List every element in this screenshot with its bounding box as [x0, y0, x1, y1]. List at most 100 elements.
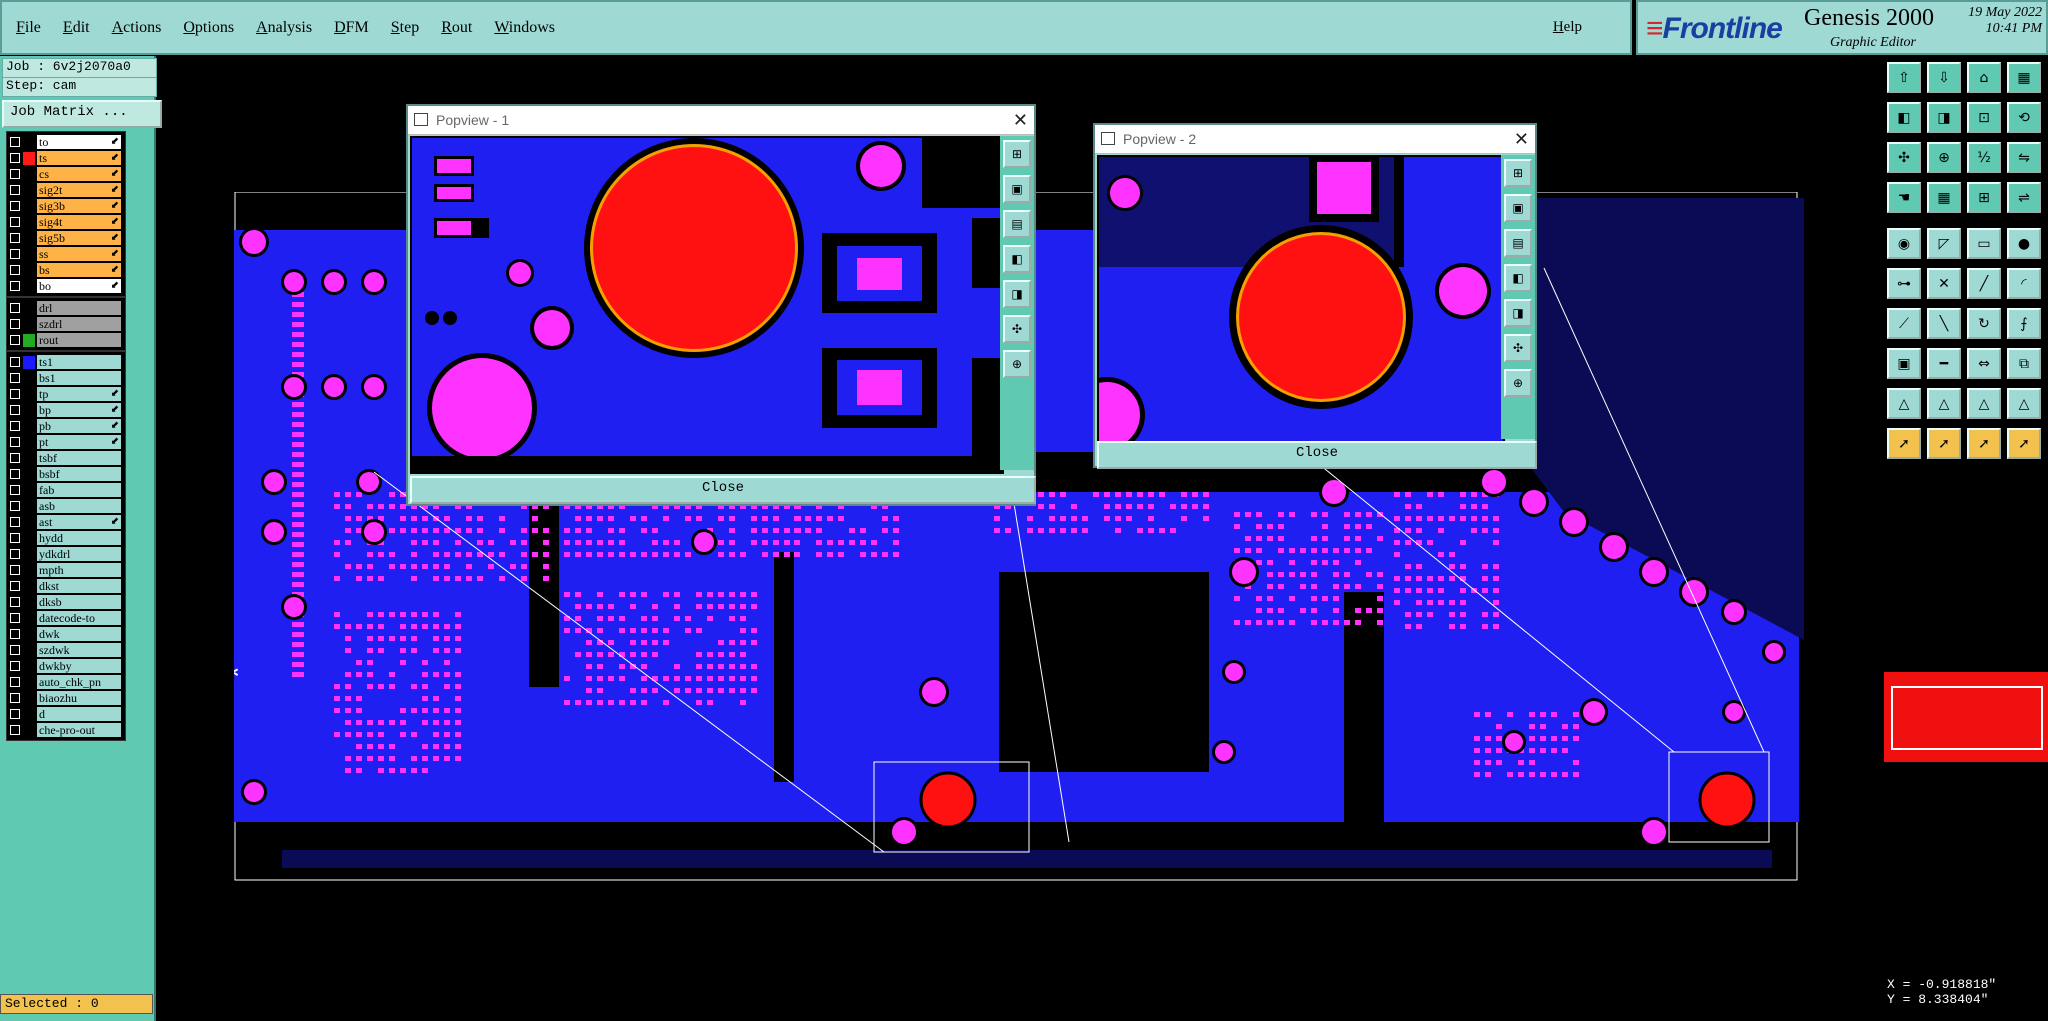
layer-row-sig5b[interactable]: sig5b ⬋ — [7, 230, 125, 246]
layer-color-swatch[interactable] — [23, 403, 35, 417]
layer-row-dwkby[interactable]: dwkby — [7, 658, 125, 674]
layer-name[interactable]: ts ⬋ — [37, 151, 121, 165]
layer-row-mpth[interactable]: mpth — [7, 562, 125, 578]
layer-row-sig4t[interactable]: sig4t ⬋ — [7, 214, 125, 230]
pointer-icon[interactable]: ➚ — [1887, 428, 1921, 459]
layer-color-swatch[interactable] — [23, 317, 35, 331]
layer-checkbox[interactable] — [10, 661, 20, 671]
layer-name[interactable]: ast ⬋ — [37, 515, 121, 529]
layer-color-swatch[interactable] — [23, 167, 35, 181]
layer-name[interactable]: hydd — [37, 531, 121, 545]
layer-checkbox[interactable] — [10, 533, 20, 543]
menu-edit[interactable]: Edit — [63, 19, 90, 37]
layer-checkbox[interactable] — [10, 629, 20, 639]
layer-color-swatch[interactable] — [23, 659, 35, 673]
layer-name[interactable]: asb — [37, 499, 121, 513]
pan-left-icon[interactable]: ◧ — [1003, 245, 1031, 273]
layer-color-swatch[interactable] — [23, 183, 35, 197]
layer-name[interactable]: sig2t ⬋ — [37, 183, 121, 197]
layer-name[interactable]: rout — [37, 333, 121, 347]
pan-right-icon[interactable]: ◨ — [1003, 280, 1031, 308]
move-down-icon[interactable]: ⇩ — [1927, 62, 1961, 93]
layer-checkbox[interactable] — [10, 169, 20, 179]
fit-icon[interactable]: ✣ — [1887, 142, 1921, 173]
menu-analysis[interactable]: Analysis — [256, 19, 312, 37]
popview-1-titlebar[interactable]: Popview - 1 ✕ — [408, 106, 1034, 135]
layer-checkbox[interactable] — [10, 319, 20, 329]
layer-color-swatch[interactable] — [23, 435, 35, 449]
layer-checkbox[interactable] — [10, 725, 20, 735]
layer-color-swatch[interactable] — [23, 199, 35, 213]
line-icon[interactable]: ╱ — [1967, 268, 2001, 299]
center-icon[interactable]: ⊕ — [1927, 142, 1961, 173]
triangle-a-icon[interactable]: △ — [1927, 388, 1961, 419]
layer-row-szdwk[interactable]: szdwk — [7, 642, 125, 658]
layer-row-to[interactable]: to ⬋ — [7, 134, 125, 150]
layer-checkbox[interactable] — [10, 357, 20, 367]
layer-checkbox[interactable] — [10, 549, 20, 559]
close-icon[interactable]: ✕ — [1013, 106, 1028, 134]
layer-name[interactable]: che-pro-out — [37, 723, 121, 737]
layer-checkbox[interactable] — [10, 693, 20, 703]
polygon-icon[interactable]: ◸ — [1927, 228, 1961, 259]
layer-checkbox[interactable] — [10, 153, 20, 163]
layer-checkbox[interactable] — [10, 405, 20, 415]
layer-name[interactable]: tp ⬋ — [37, 387, 121, 401]
layer-checkbox[interactable] — [10, 565, 20, 575]
layer-checkbox[interactable] — [10, 485, 20, 495]
layer-color-swatch[interactable] — [23, 499, 35, 513]
menu-actions[interactable]: Actions — [112, 19, 162, 37]
layer-color-swatch[interactable] — [23, 691, 35, 705]
layer-color-swatch[interactable] — [23, 151, 35, 165]
layer-row-tsbf[interactable]: tsbf — [7, 450, 125, 466]
layer-checkbox[interactable] — [10, 303, 20, 313]
zoom-left-icon[interactable]: ◧ — [1887, 102, 1921, 133]
layer-name[interactable]: biaozhu — [37, 691, 121, 705]
move-up-icon[interactable]: ⇧ — [1887, 62, 1921, 93]
layer-checkbox[interactable] — [10, 581, 20, 591]
layer-name[interactable]: szdrl — [37, 317, 121, 331]
menu-file[interactable]: File — [16, 19, 41, 37]
layer-row-pb[interactable]: pb ⬋ — [7, 418, 125, 434]
layer-name[interactable]: auto_chk_pn — [37, 675, 121, 689]
layer-row-ss[interactable]: ss ⬋ — [7, 246, 125, 262]
triangle-b-icon[interactable]: △ — [1967, 388, 2001, 419]
layer-name[interactable]: fab — [37, 483, 121, 497]
pad-icon[interactable]: ▣ — [1887, 348, 1921, 379]
layer-color-swatch[interactable] — [23, 371, 35, 385]
layer-row-dwk[interactable]: dwk — [7, 626, 125, 642]
menu-dfm[interactable]: DFM — [334, 19, 369, 37]
layer-checkbox[interactable] — [10, 389, 20, 399]
layer-row-bs1[interactable]: bs1 — [7, 370, 125, 386]
layer-row-che-pro-out[interactable]: che-pro-out — [7, 722, 125, 738]
layer-color-swatch[interactable] — [23, 419, 35, 433]
layer-checkbox[interactable] — [10, 677, 20, 687]
layer-checkbox[interactable] — [10, 265, 20, 275]
layer-checkbox[interactable] — [10, 373, 20, 383]
menu-step[interactable]: Step — [391, 19, 419, 37]
popview-2-canvas[interactable] — [1097, 155, 1505, 443]
layer-name[interactable]: dkst — [37, 579, 121, 593]
triangle-c-icon[interactable]: △ — [2007, 388, 2041, 419]
layer-checkbox[interactable] — [10, 201, 20, 211]
zoom-down-icon[interactable]: ▤ — [1504, 229, 1532, 257]
scale-icon[interactable]: ½ — [1967, 142, 2001, 173]
pan-right-icon[interactable]: ◨ — [1504, 299, 1532, 327]
layer-name[interactable]: datecode-to — [37, 611, 121, 625]
zoom-down-icon[interactable]: ▤ — [1003, 210, 1031, 238]
layer-color-swatch[interactable] — [23, 467, 35, 481]
layer-color-swatch[interactable] — [23, 579, 35, 593]
redraw-icon[interactable]: ⟲ — [2007, 102, 2041, 133]
layer-row-ast[interactable]: ast ⬋ — [7, 514, 125, 530]
layer-checkbox[interactable] — [10, 185, 20, 195]
layer-row-szdrl[interactable]: szdrl — [7, 316, 125, 332]
layer-color-swatch[interactable] — [23, 247, 35, 261]
layer-checkbox[interactable] — [10, 709, 20, 719]
layer-name[interactable]: ydkdrl — [37, 547, 121, 561]
layer-color-swatch[interactable] — [23, 611, 35, 625]
layer-row-datecode-to[interactable]: datecode-to — [7, 610, 125, 626]
layer-name[interactable]: dksb — [37, 595, 121, 609]
layer-name[interactable]: d — [37, 707, 121, 721]
layer-row-bo[interactable]: bo ⬋ — [7, 278, 125, 294]
layer-row-pt[interactable]: pt ⬋ — [7, 434, 125, 450]
